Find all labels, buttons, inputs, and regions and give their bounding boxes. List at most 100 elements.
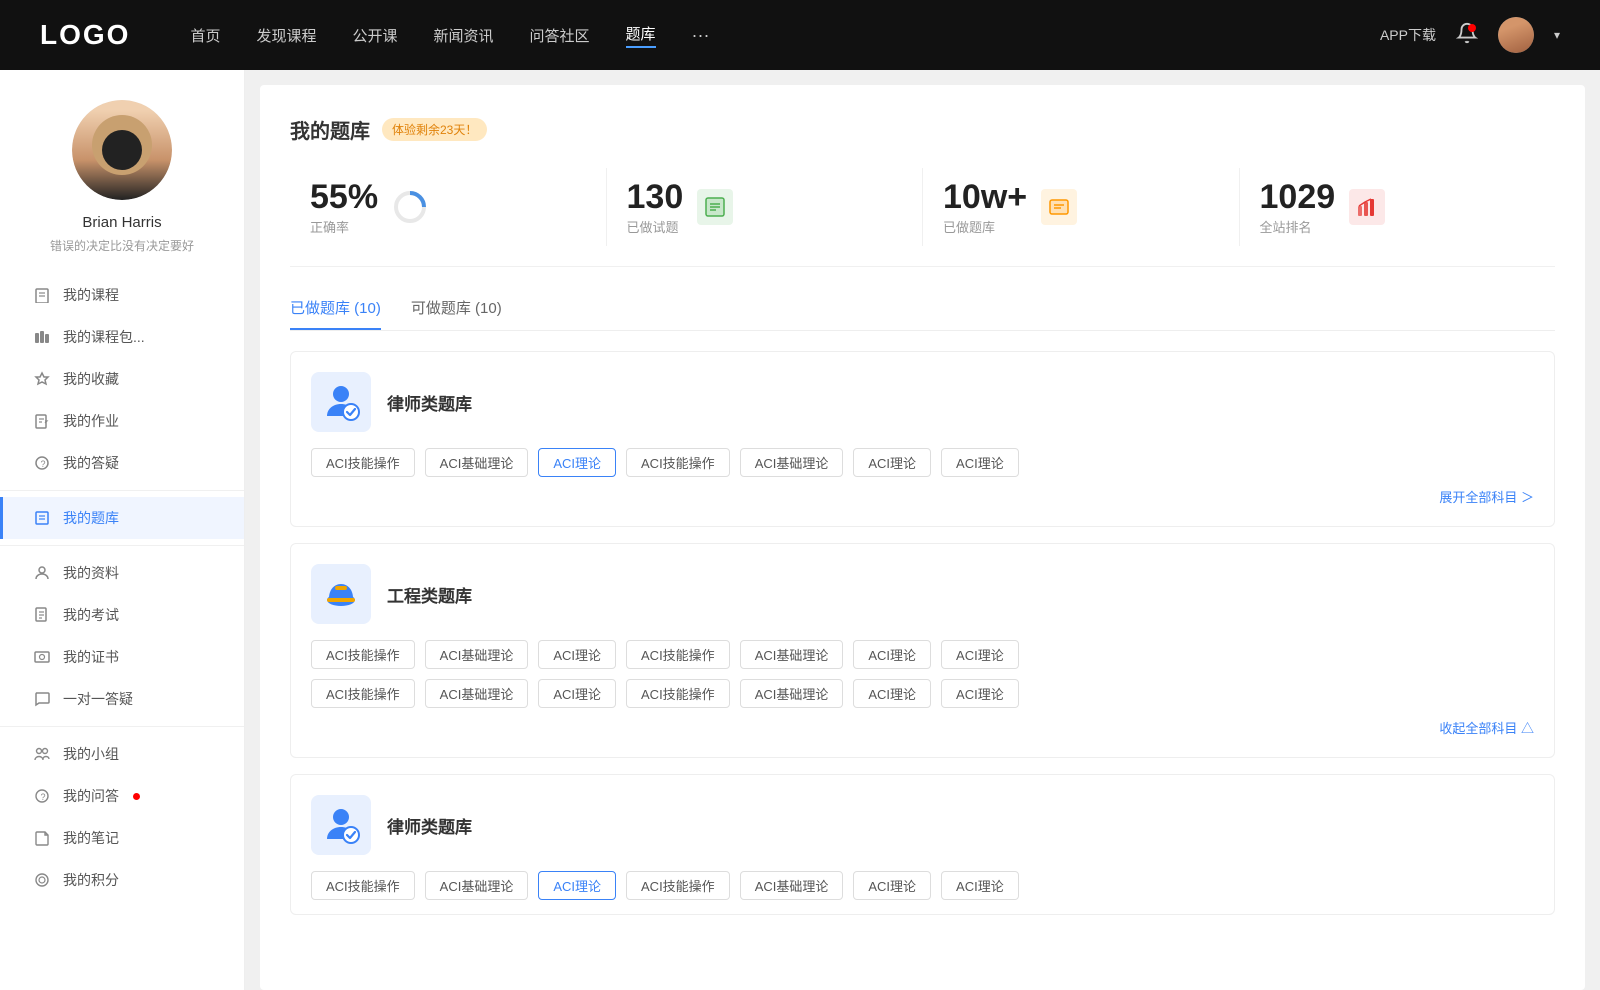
sidebar-item-points[interactable]: 我的积分 [0,859,244,901]
nav-qa[interactable]: 问答社区 [530,25,590,46]
sidebar-item-group[interactable]: 我的小组 [0,733,244,775]
stat-accuracy-value: 55% [310,178,378,217]
sidebar-item-profile[interactable]: 我的资料 [0,552,244,594]
nav-discover[interactable]: 发现课程 [256,25,316,46]
tag[interactable]: ACI技能操作 [626,640,730,669]
tab-available[interactable]: 可做题库 (10) [411,297,502,330]
tag[interactable]: ACI理论 [941,679,1019,708]
tag[interactable]: ACI理论 [941,640,1019,669]
stats-row: 55% 正确率 130 已做试题 [290,168,1555,267]
nav-public[interactable]: 公开课 [352,25,397,46]
page-title: 我的题库 [290,115,370,144]
main-content: 我的题库 体验剩余23天！ 55% 正确率 [260,85,1585,990]
tag[interactable]: ACI理论 [853,640,931,669]
points-icon [33,871,51,889]
tag[interactable]: ACI理论 [941,448,1019,477]
qbank-icon-lawyer-1 [311,372,371,432]
sidebar-label: 我的作业 [63,411,119,431]
stat-accuracy-label: 正确率 [310,217,378,236]
stat-accuracy: 55% 正确率 [290,168,607,246]
tag[interactable]: ACI基础理论 [740,448,844,477]
avatar[interactable] [1498,17,1534,53]
sidebar-item-favorites[interactable]: 我的收藏 [0,358,244,400]
tag[interactable]: ACI技能操作 [626,871,730,900]
page-header: 我的题库 体验剩余23天！ [290,115,1555,144]
questionbank-icon [33,509,51,527]
stat-rank-text: 1029 全站排名 [1260,178,1336,236]
tab-done[interactable]: 已做题库 (10) [290,297,381,330]
sidebar-label: 我的课程 [63,285,119,305]
tag[interactable]: ACI理论 [853,871,931,900]
sidebar-item-notes[interactable]: 我的笔记 [0,817,244,859]
nav-home[interactable]: 首页 [190,25,220,46]
stat-done-questions: 130 已做试题 [607,168,924,246]
sidebar-item-myqa[interactable]: ? 我的问答 [0,775,244,817]
sidebar-item-mycourse[interactable]: 我的课程 [0,274,244,316]
nav-more[interactable]: ··· [692,25,710,46]
tag[interactable]: ACI技能操作 [626,448,730,477]
notification-bell[interactable] [1456,22,1478,49]
sidebar-username: Brian Harris [82,214,161,231]
tag[interactable]: ACI基础理论 [740,871,844,900]
qbank-section-lawyer-2: 律师类题库 ACI技能操作 ACI基础理论 ACI理论 ACI技能操作 ACI基… [290,774,1555,915]
tag[interactable]: ACI理论 [853,679,931,708]
avatar-chevron-icon[interactable]: ▾ [1554,28,1560,42]
sidebar-label: 我的考试 [63,605,119,625]
qa-notification-dot [133,793,140,800]
qbank-icon-engineer [311,564,371,624]
nav-news[interactable]: 新闻资讯 [434,25,494,46]
tag[interactable]: ACI技能操作 [311,640,415,669]
main-nav: 首页 发现课程 公开课 新闻资讯 问答社区 题库 ··· [190,23,1380,48]
tag[interactable]: ACI基础理论 [425,448,529,477]
sidebar-item-exam[interactable]: 我的考试 [0,594,244,636]
qbank-tags-1: ACI技能操作 ACI基础理论 ACI理论 ACI技能操作 ACI基础理论 AC… [311,448,1534,477]
sidebar-item-1on1[interactable]: 一对一答疑 [0,678,244,720]
tag[interactable]: ACI理论 [538,679,616,708]
logo: LOGO [40,19,130,51]
tag[interactable]: ACI技能操作 [311,448,415,477]
qa-icon: ? [33,787,51,805]
stat-done-banks-value: 10w+ [943,178,1027,217]
tag[interactable]: ACI技能操作 [311,679,415,708]
tabs-row: 已做题库 (10) 可做题库 (10) [290,297,1555,331]
tag[interactable]: ACI理论 [538,640,616,669]
tag[interactable]: ACI基础理论 [740,679,844,708]
qbank-section-engineer: 工程类题库 ACI技能操作 ACI基础理论 ACI理论 ACI技能操作 ACI基… [290,543,1555,758]
sidebar-item-questionbank[interactable]: 我的题库 [0,497,244,539]
done-questions-icon [697,189,733,225]
qbank-tags-row2: ACI技能操作 ACI基础理论 ACI理论 ACI技能操作 ACI基础理论 AC… [311,679,1534,708]
tag[interactable]: ACI基础理论 [425,871,529,900]
tag[interactable]: ACI技能操作 [626,679,730,708]
qbank-name-2: 工程类题库 [387,582,472,607]
qbank-expand-1[interactable]: 展开全部科目 ＞ [311,487,1534,506]
stat-accuracy-text: 55% 正确率 [310,178,378,236]
tag[interactable]: ACI理论 [853,448,931,477]
sidebar-label: 我的资料 [63,563,119,583]
sidebar-label: 我的小组 [63,744,119,764]
nav-questionbank[interactable]: 题库 [626,23,656,48]
qbank-tags-row1: ACI技能操作 ACI基础理论 ACI理论 ACI技能操作 ACI基础理论 AC… [311,640,1534,669]
done-banks-icon [1041,189,1077,225]
tag[interactable]: ACI基础理论 [740,640,844,669]
sidebar-label: 我的题库 [63,508,119,528]
qbank-collapse-2[interactable]: 收起全部科目 △ [311,718,1534,737]
star-icon [33,370,51,388]
divider [0,490,244,491]
sidebar-item-certificate[interactable]: 我的证书 [0,636,244,678]
accuracy-chart [392,189,428,225]
tag[interactable]: ACI技能操作 [311,871,415,900]
tag-active[interactable]: ACI理论 [538,448,616,477]
tag[interactable]: ACI基础理论 [425,679,529,708]
sidebar-item-coursepackage[interactable]: 我的课程包... [0,316,244,358]
tag[interactable]: ACI理论 [941,871,1019,900]
sidebar-item-qa-help[interactable]: ? 我的答疑 [0,442,244,484]
stat-done-questions-label: 已做试题 [627,217,684,236]
tag-active[interactable]: ACI理论 [538,871,616,900]
stat-rank-value: 1029 [1260,178,1336,217]
svg-text:?: ? [41,792,46,802]
tag[interactable]: ACI基础理论 [425,640,529,669]
app-download-button[interactable]: APP下载 [1380,25,1436,45]
notification-dot [1468,24,1476,32]
divider [0,545,244,546]
sidebar-item-homework[interactable]: 我的作业 [0,400,244,442]
